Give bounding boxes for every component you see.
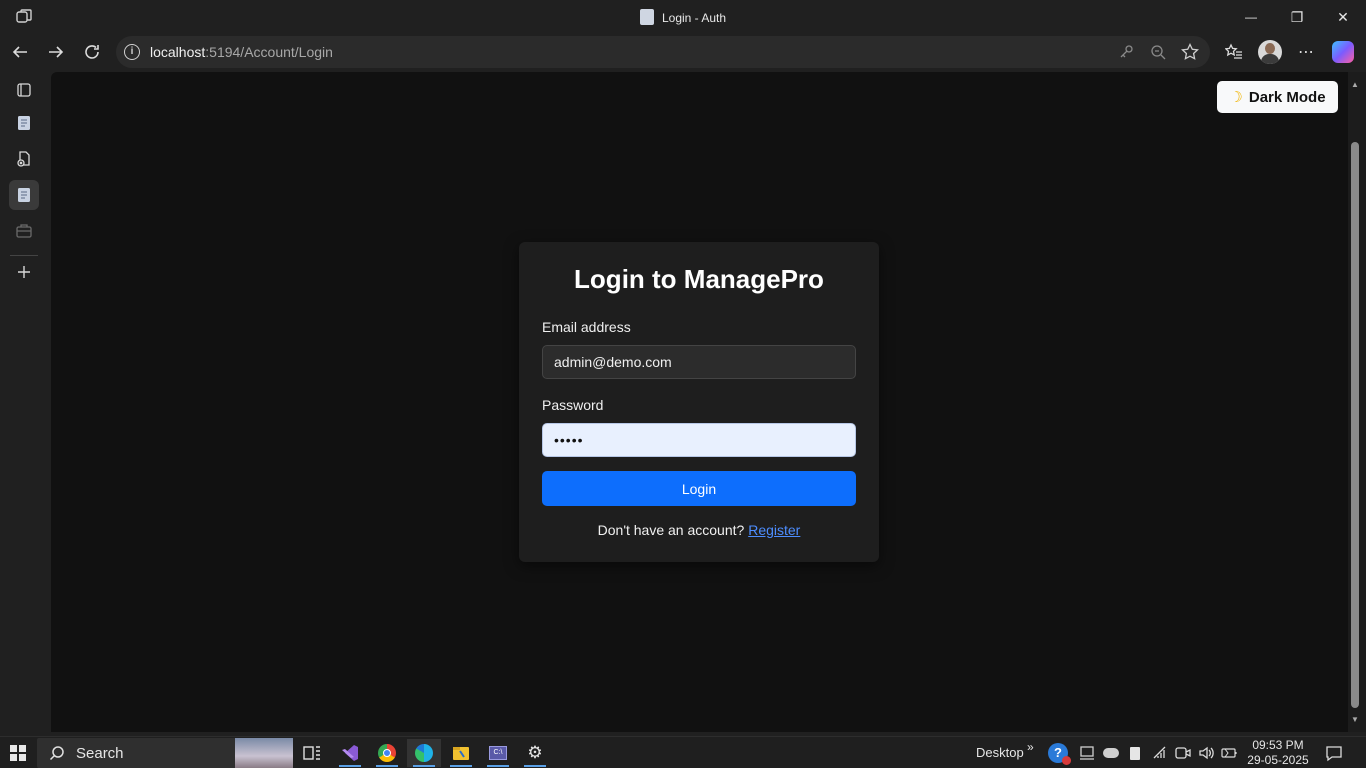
search-icon: [49, 745, 65, 761]
profile-avatar[interactable]: [1256, 38, 1284, 66]
volume-icon[interactable]: [1197, 744, 1215, 762]
system-clock[interactable]: 09:53 PM 29-05-2025: [1246, 738, 1310, 768]
task-view-icon[interactable]: [295, 739, 329, 767]
register-prompt: Don't have an account? Register: [597, 522, 801, 538]
email-label: Email address: [542, 319, 631, 335]
favorite-star-icon[interactable]: [1180, 42, 1200, 62]
maximize-button[interactable]: ❐: [1274, 0, 1320, 34]
edge-icon[interactable]: [407, 739, 441, 767]
close-button[interactable]: ✕: [1320, 0, 1366, 34]
login-card: Login to ManagePro Email address admin@d…: [519, 242, 879, 562]
sidebar-divider: [10, 255, 38, 256]
tab-page-icon[interactable]: [9, 108, 39, 138]
register-link[interactable]: Register: [748, 522, 800, 538]
wifi-icon[interactable]: [1151, 744, 1169, 762]
onedrive-icon[interactable]: [1102, 744, 1120, 762]
clock-date: 29-05-2025: [1247, 753, 1309, 767]
password-input[interactable]: •••••: [542, 423, 856, 457]
scroll-thumb[interactable]: [1351, 142, 1359, 708]
title-bar: Login - Auth — ❐ ✕: [0, 0, 1366, 34]
window-title: Login - Auth: [0, 9, 1366, 25]
page-content: ☽ Dark Mode Login to ManagePro Email add…: [51, 72, 1348, 732]
battery-icon[interactable]: [1221, 744, 1239, 762]
camera-icon[interactable]: [1174, 744, 1192, 762]
settings-gear-icon[interactable]: ⚙: [518, 739, 552, 767]
desktop-toolbar-label[interactable]: Desktop: [976, 745, 1024, 760]
moon-icon: ☽: [1229, 89, 1243, 106]
tray-app-icon[interactable]: [1078, 744, 1096, 762]
dark-mode-label: Dark Mode: [1248, 88, 1326, 106]
site-info-icon[interactable]: i: [124, 44, 140, 60]
terminal-icon[interactable]: C:\: [481, 739, 515, 767]
scroll-up-arrow-icon[interactable]: ▲: [1351, 80, 1359, 89]
navigation-bar: i localhost:5194/Account/Login ⋯: [0, 34, 1366, 70]
zoom-icon[interactable]: [1148, 42, 1168, 62]
tab-actions-icon[interactable]: [9, 75, 39, 105]
dark-mode-toggle-button[interactable]: ☽ Dark Mode: [1217, 81, 1338, 113]
browser-sidebar: [0, 70, 50, 736]
tray-storage-icon[interactable]: [1126, 744, 1144, 762]
file-explorer-icon[interactable]: [444, 739, 478, 767]
key-icon[interactable]: [1116, 42, 1136, 62]
taskbar: Search C:\ ⚙ Desktop » ? 09:53 PM 29-05-…: [0, 736, 1366, 768]
visual-studio-icon[interactable]: [333, 739, 367, 767]
minimize-button[interactable]: —: [1228, 0, 1274, 34]
taskbar-search-box[interactable]: Search: [37, 738, 293, 768]
chrome-icon[interactable]: [370, 739, 404, 767]
password-label: Password: [542, 397, 604, 413]
email-input[interactable]: admin@demo.com: [542, 345, 856, 379]
notifications-icon[interactable]: [1324, 743, 1344, 763]
tab-login-active-icon[interactable]: [9, 180, 39, 210]
page-scrollbar[interactable]: ▲ ▼: [1348, 72, 1366, 732]
login-button[interactable]: Login: [542, 471, 856, 506]
start-button[interactable]: [10, 745, 26, 761]
copilot-icon[interactable]: [1329, 38, 1357, 66]
forward-button[interactable]: [41, 38, 71, 66]
tab-briefcase-icon[interactable]: [9, 216, 39, 246]
url-text[interactable]: localhost:5194/Account/Login: [150, 44, 333, 60]
scroll-down-arrow-icon[interactable]: ▼: [1351, 715, 1359, 724]
clock-time: 09:53 PM: [1252, 738, 1304, 752]
search-highlight-image: [235, 738, 293, 768]
page-icon: [639, 9, 654, 25]
help-icon[interactable]: ?: [1048, 743, 1071, 765]
search-label: Search: [76, 745, 124, 762]
tab-document-icon[interactable]: [9, 144, 39, 174]
toolbar-expand-chevron-icon[interactable]: »: [1027, 740, 1034, 754]
more-options-icon[interactable]: ⋯: [1292, 38, 1320, 66]
refresh-button[interactable]: [77, 38, 107, 66]
login-heading: Login to ManagePro: [574, 264, 824, 294]
new-tab-icon[interactable]: [9, 257, 39, 287]
address-bar[interactable]: i localhost:5194/Account/Login: [116, 36, 1210, 68]
favorites-icon[interactable]: [1220, 38, 1248, 66]
back-button[interactable]: [5, 38, 35, 66]
